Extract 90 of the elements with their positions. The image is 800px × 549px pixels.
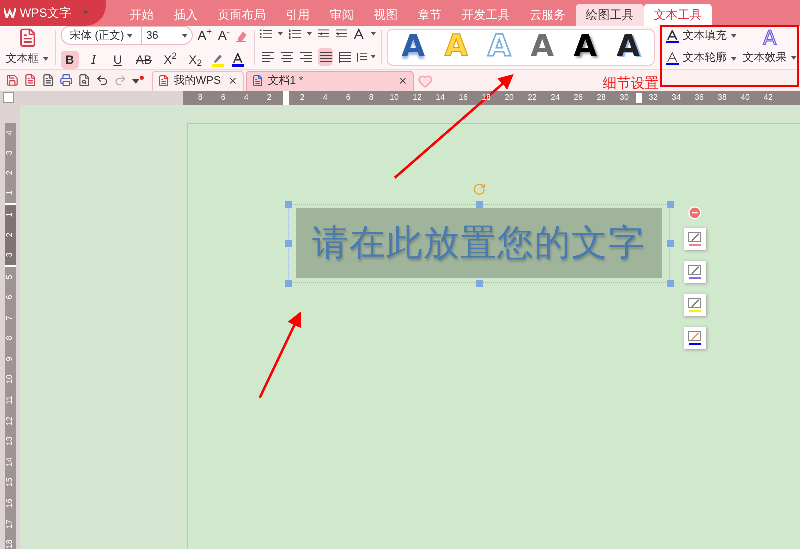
format-button[interactable]: X$^{2}$ <box>161 50 180 68</box>
font-size-step-button[interactable]: A$^{+}$ <box>196 26 214 46</box>
resize-handle[interactable] <box>476 280 483 286</box>
app-menu-button[interactable]: WPS文字 <box>0 0 106 26</box>
undo-icon[interactable] <box>96 74 109 86</box>
format-button[interactable]: B <box>61 50 79 68</box>
tool-icon <box>688 232 702 246</box>
align-button[interactable] <box>318 48 334 66</box>
caret-icon <box>371 55 376 60</box>
ruler-corner-button[interactable] <box>3 92 14 103</box>
text-style-option[interactable]: A <box>616 32 640 62</box>
format-button[interactable]: U <box>109 50 127 68</box>
caret-icon <box>791 56 797 60</box>
resize-handle[interactable] <box>476 200 483 208</box>
caret-icon <box>127 34 134 38</box>
caret-icon <box>83 11 90 15</box>
remove-icon[interactable] <box>688 206 702 220</box>
quick-tool-button[interactable] <box>684 260 706 282</box>
numbered-list-icon <box>289 28 302 40</box>
highlight-icon <box>211 52 226 66</box>
caret-icon <box>731 56 737 60</box>
text-outline-icon <box>666 52 679 65</box>
text-style-option[interactable]: A <box>574 32 598 62</box>
text-effect-icon: A <box>763 28 777 48</box>
align-icon <box>300 52 312 63</box>
document-icon[interactable] <box>24 74 37 86</box>
caret-icon <box>731 34 737 38</box>
decrease-indent-icon <box>318 28 330 40</box>
margin-marker[interactable] <box>636 92 642 102</box>
line-spacing-icon <box>356 52 368 63</box>
document-tab[interactable]: 我的WPS <box>152 70 244 90</box>
textbox-button[interactable]: 文本框 <box>0 26 55 68</box>
rotate-handle-icon[interactable] <box>473 182 486 196</box>
resize-handle[interactable] <box>285 200 292 208</box>
resize-handle[interactable] <box>285 240 292 246</box>
text-tool-button[interactable]: 文本轮廓 <box>666 50 737 67</box>
close-icon[interactable] <box>398 76 408 86</box>
align-icon <box>262 52 274 63</box>
app-name: WPS文字 <box>20 5 72 22</box>
quick-tool-button[interactable] <box>684 326 706 348</box>
quick-tool-button[interactable] <box>684 294 706 316</box>
resize-handle[interactable] <box>285 280 292 286</box>
text-fill-icon <box>666 30 679 42</box>
caret-icon <box>307 32 312 36</box>
caret-icon <box>278 32 284 36</box>
export-icon[interactable] <box>42 74 55 86</box>
ribbon-tab[interactable]: 文本工具 <box>644 4 712 26</box>
document-icon <box>252 75 264 87</box>
increase-indent-icon <box>336 28 347 40</box>
font-size-dropdown[interactable]: 36 <box>141 26 193 46</box>
text-tool-button[interactable]: 文本填充 <box>666 28 737 44</box>
text-effect-button[interactable]: 文本效果 <box>743 50 797 66</box>
preview-icon[interactable] <box>78 74 91 86</box>
logo-icon <box>4 8 16 18</box>
document-tab[interactable]: 文档1 * <box>246 70 414 90</box>
text-style-option[interactable]: A <box>402 32 426 62</box>
text-spacing-icon <box>352 28 365 40</box>
font-color-icon <box>231 52 246 66</box>
indent-marker[interactable] <box>283 90 289 104</box>
quick-tool-button[interactable] <box>684 228 706 250</box>
caret-icon <box>370 32 376 36</box>
caret-icon <box>43 56 49 61</box>
close-icon[interactable] <box>228 76 238 86</box>
save-icon[interactable] <box>6 74 19 86</box>
text-style-option[interactable]: A <box>530 32 554 62</box>
textbox-text: 请在此放置您的文字 <box>312 225 646 261</box>
annotation-label: 细节设置 <box>603 74 659 93</box>
caret-icon <box>182 34 188 38</box>
vertical-ruler: 4 3 2 1 1 2 3 5 6 7 8 9 10 11 12 13 14 15 16 17 18 <box>4 122 16 549</box>
document-icon <box>158 75 170 87</box>
resize-handle[interactable] <box>667 240 674 246</box>
tool-icon <box>688 330 702 344</box>
ribbon-tab[interactable]: 绘图工具 <box>576 4 644 26</box>
format-button[interactable]: AB <box>133 50 156 68</box>
resize-handle[interactable] <box>667 280 674 286</box>
tool-icon <box>688 298 702 312</box>
font-name-dropdown[interactable]: 宋体 (正文) <box>61 26 142 46</box>
font-size-step-button[interactable]: A$^{-}$ <box>217 26 232 46</box>
resize-handle[interactable] <box>667 200 674 208</box>
redo-icon[interactable] <box>114 74 127 86</box>
bullet-list-icon <box>260 28 272 40</box>
align-icon <box>320 52 332 63</box>
textbox-icon <box>18 28 38 48</box>
format-button[interactable]: I <box>85 50 103 68</box>
print-icon[interactable] <box>60 74 73 86</box>
align-icon <box>280 52 293 63</box>
format-button[interactable]: X$_{2}$ <box>186 50 206 68</box>
align-icon <box>338 52 351 63</box>
customize-icon[interactable] <box>132 76 144 84</box>
tool-icon <box>688 264 702 278</box>
